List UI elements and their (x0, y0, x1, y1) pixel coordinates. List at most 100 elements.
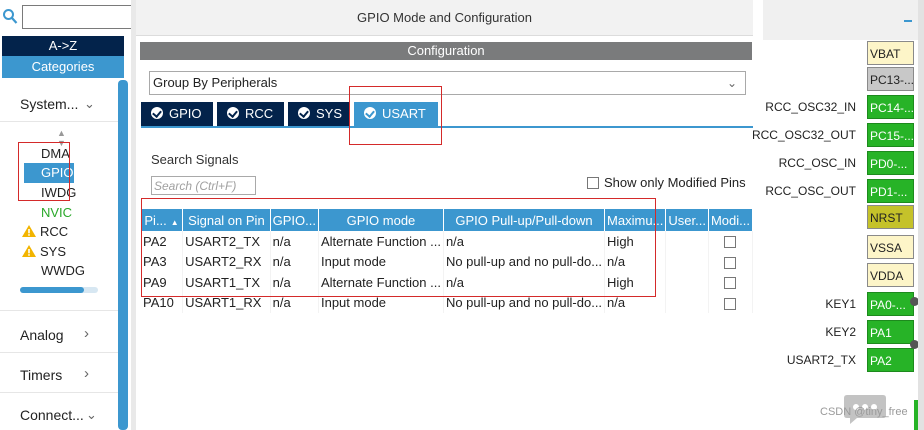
pin-box[interactable]: PD1-... (867, 179, 914, 203)
sort-az-button[interactable]: A->Z (2, 36, 124, 56)
checkbox-box[interactable] (724, 256, 737, 269)
column-header[interactable]: Modi... (708, 209, 754, 231)
pin-box[interactable]: VSSA (867, 235, 914, 259)
pin-box[interactable]: NRST (867, 205, 914, 229)
system-item-label: GPIO (41, 165, 74, 180)
column-header-label: Signal on Pin (188, 212, 265, 228)
divider (0, 121, 118, 122)
column-header[interactable]: Maximu... (604, 209, 667, 231)
toolbar-indicator (904, 20, 912, 22)
system-item-label: SYS (40, 244, 67, 259)
category-system-label: System... (20, 96, 79, 112)
checkbox-box[interactable] (587, 177, 599, 189)
system-item-rcc[interactable]: RCC (22, 222, 112, 242)
divider (0, 310, 118, 311)
show-modified-checkbox[interactable]: Show only Modified Pins (587, 175, 746, 190)
table-cell: Alternate Function ... (318, 272, 444, 293)
column-header-label: GPIO mode (346, 212, 416, 228)
modified-checkbox-cell[interactable] (708, 292, 754, 313)
category-timers[interactable]: Timers › (20, 364, 120, 386)
table-cell: PA9 (141, 272, 184, 293)
search-icon[interactable] (2, 8, 18, 26)
column-header[interactable]: GPIO Pull-up/Pull-down (443, 209, 606, 231)
column-header[interactable]: Signal on Pin (182, 209, 271, 231)
category-system[interactable]: System... ⌄ (20, 93, 120, 115)
signal-table: Pi... ▲ Signal on Pin GPIO... GPIO mode GPIO … (141, 209, 754, 313)
tab-gpio[interactable]: GPIO (141, 102, 213, 126)
table-row[interactable]: PA3 USART2_RX n/a Input mode No pull-up and … (141, 251, 754, 272)
checkbox-box[interactable] (724, 236, 737, 249)
pin-box[interactable]: PC15-... (867, 123, 914, 147)
table-row[interactable]: PA2 USART2_TX n/a Alternate Function ... n/a… (141, 231, 754, 252)
divider (0, 392, 118, 393)
column-header-label: Maximu... (607, 212, 664, 228)
category-connectivity[interactable]: Connect... ⌄ (20, 404, 120, 426)
system-item-sys[interactable]: SYS (22, 242, 112, 262)
pin-box[interactable]: PC13-... (867, 67, 914, 91)
column-header-label: GPIO... (272, 212, 316, 228)
table-cell: n/a (270, 251, 319, 272)
modified-checkbox-cell[interactable] (708, 272, 754, 293)
table-body: PA2 USART2_TX n/a Alternate Function ... n/a… (141, 231, 754, 313)
table-cell (665, 272, 709, 293)
column-header[interactable]: GPIO... (270, 209, 319, 231)
table-cell: Input mode (318, 292, 444, 313)
checkbox-box[interactable] (724, 297, 737, 310)
table-cell: PA10 (141, 292, 184, 313)
system-item-label: DMA (41, 146, 70, 161)
center-panel: GPIO Mode and Configuration Configuratio… (136, 0, 754, 430)
category-analog[interactable]: Analog › (20, 324, 120, 346)
column-header[interactable]: GPIO mode (318, 209, 444, 231)
table-cell: n/a (270, 292, 319, 313)
right-edge-bar (918, 0, 924, 430)
check-circle-icon (151, 107, 163, 119)
pin-signal-label: RCC_OSC32_IN (765, 100, 856, 114)
tabs-underline (141, 126, 753, 128)
left-search-input[interactable] (22, 5, 131, 29)
pin-box[interactable]: PA0-... (867, 292, 914, 316)
modified-checkbox-cell[interactable] (708, 251, 754, 272)
pin-box[interactable]: PC14-... (867, 95, 914, 119)
categories-button[interactable]: Categories (2, 56, 124, 78)
left-scrollbar[interactable] (118, 80, 128, 430)
watermark-text: CSDN @tiny_free (820, 406, 908, 418)
table-cell: No pull-up and no pull-do... (443, 251, 606, 272)
column-header[interactable]: Pi... ▲ (141, 209, 184, 231)
divider (0, 352, 118, 353)
pin-box[interactable]: PA1 (867, 320, 914, 344)
system-item-label: IWDG (41, 185, 77, 200)
table-cell: n/a (270, 272, 319, 293)
pinout-toolbar (763, 0, 924, 40)
column-header-label: User... (668, 212, 706, 228)
search-signals-label: Search Signals (151, 152, 239, 167)
system-item-gpio[interactable]: GPIO (24, 163, 74, 183)
tab-usart[interactable]: USART (354, 102, 438, 126)
chevron-down-icon: ⌄ (86, 407, 97, 422)
group-by-select[interactable]: Group By Peripherals ⌄ (149, 71, 746, 95)
pin-box[interactable]: VDDA (867, 263, 914, 287)
tab-sys[interactable]: SYS (288, 102, 350, 126)
pin-signal-label: RCC_OSC_IN (778, 156, 856, 170)
table-row[interactable]: PA9 USART1_TX n/a Alternate Function ... n/a… (141, 272, 754, 293)
left-panel: A->Z Categories System... ⌄ ▲ ▼ DMA GPIO IW… (0, 0, 131, 430)
table-cell: USART1_TX (182, 272, 271, 293)
show-modified-label: Show only Modified Pins (604, 175, 746, 190)
system-item-label: RCC (40, 224, 69, 239)
signal-search-input[interactable] (151, 176, 256, 195)
pin-signal-label: KEY2 (825, 325, 856, 339)
system-item-label: NVIC (41, 205, 73, 220)
column-header[interactable]: User... (665, 209, 709, 231)
modified-checkbox-cell[interactable] (708, 231, 754, 252)
category-timers-label: Timers (20, 367, 63, 383)
table-row[interactable]: PA10 USART1_RX n/a Input mode No pull-up and… (141, 292, 754, 313)
check-circle-icon (298, 107, 310, 119)
configuration-header: Configuration (140, 42, 752, 60)
checkbox-box[interactable] (724, 277, 737, 290)
pin-box[interactable]: PA2 (867, 348, 914, 372)
tab-rcc[interactable]: RCC (217, 102, 284, 126)
table-cell (665, 292, 709, 313)
pin-box[interactable]: VBAT (867, 41, 914, 65)
left-progress-fill (20, 287, 84, 293)
chevron-right-icon: › (84, 365, 89, 382)
pin-box[interactable]: PD0-... (867, 151, 914, 175)
